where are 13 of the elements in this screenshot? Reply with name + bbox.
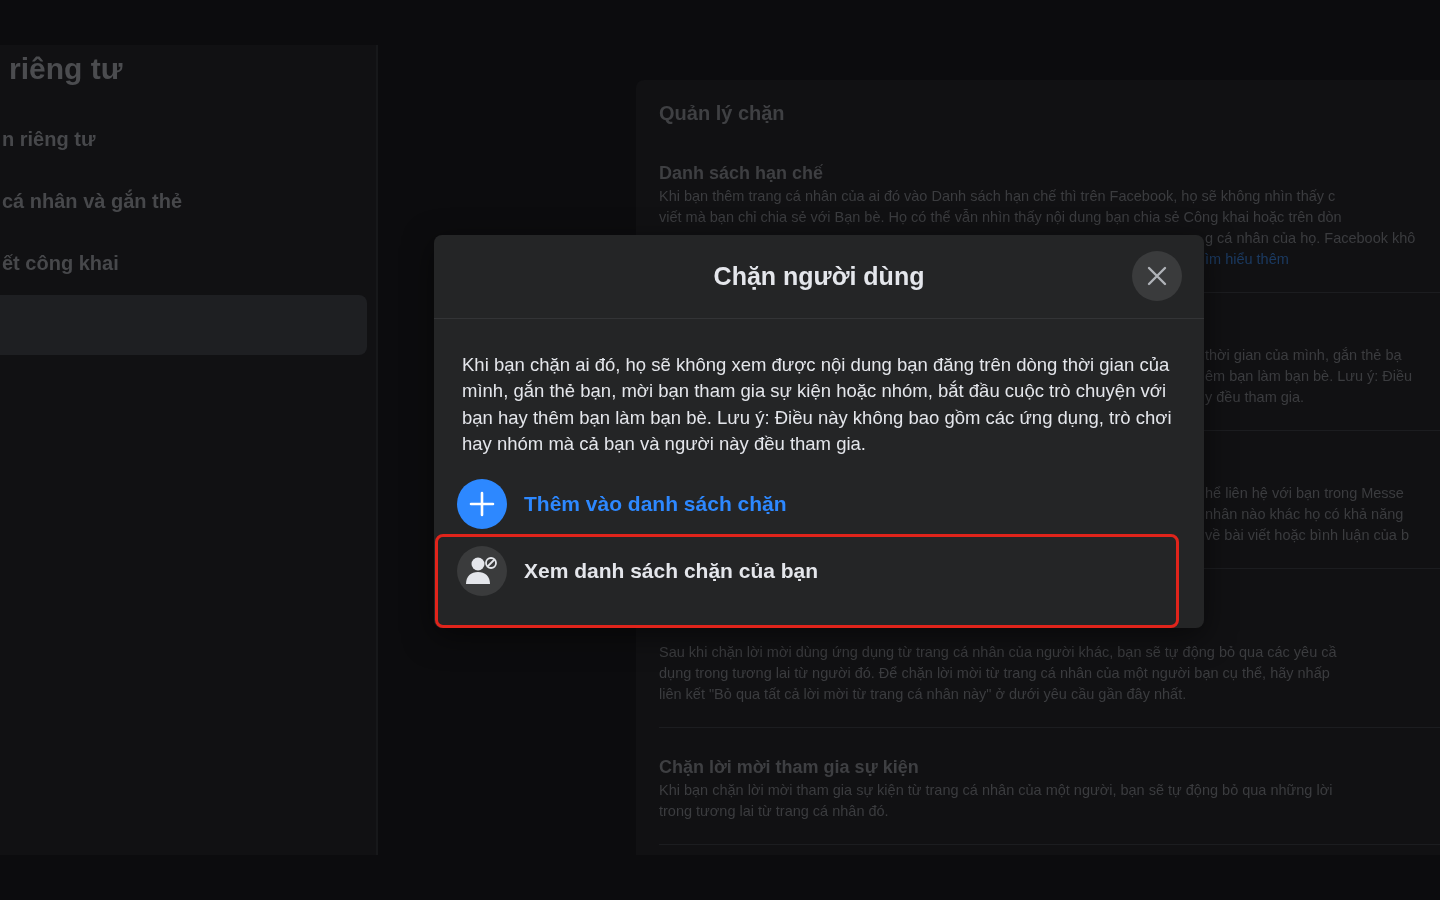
- dialog-title: Chặn người dùng: [713, 262, 925, 291]
- close-icon: [1146, 265, 1168, 287]
- sidebar-item[interactable]: ết công khai: [0, 233, 367, 293]
- sidebar-heading: riêng tư: [8, 51, 124, 87]
- close-button[interactable]: [1132, 251, 1182, 301]
- view-block-list-link[interactable]: Xem danh sách chặn của bạn: [524, 559, 819, 584]
- plus-icon: [457, 479, 507, 530]
- dialog-description: Khi bạn chặn ai đó, họ sẽ không xem được nội dung bạn đăng trên dòng thời gian của mình, gắn thẻ bạn, mời bạn tham gia sự kiện hoặc nhóm, bắt đầu cuộc trò chuyện với bạn hay thêm bạn làm bạn bè. Lưu ý: Điều này không bao gồm các ứng dụng, trò chơi hay nhóm mà cả bạn và người này đều tham gia.: [462, 353, 1173, 456]
- sidebar-item[interactable]: cá nhân và gắn thẻ: [0, 171, 367, 231]
- sidebar-item[interactable]: n riêng tư: [0, 109, 367, 169]
- learn-more-link[interactable]: ìm hiểu thêm: [1205, 249, 1289, 270]
- add-to-block-list-link[interactable]: Thêm vào danh sách chặn: [524, 492, 787, 517]
- blocked-user-icon: [457, 546, 507, 597]
